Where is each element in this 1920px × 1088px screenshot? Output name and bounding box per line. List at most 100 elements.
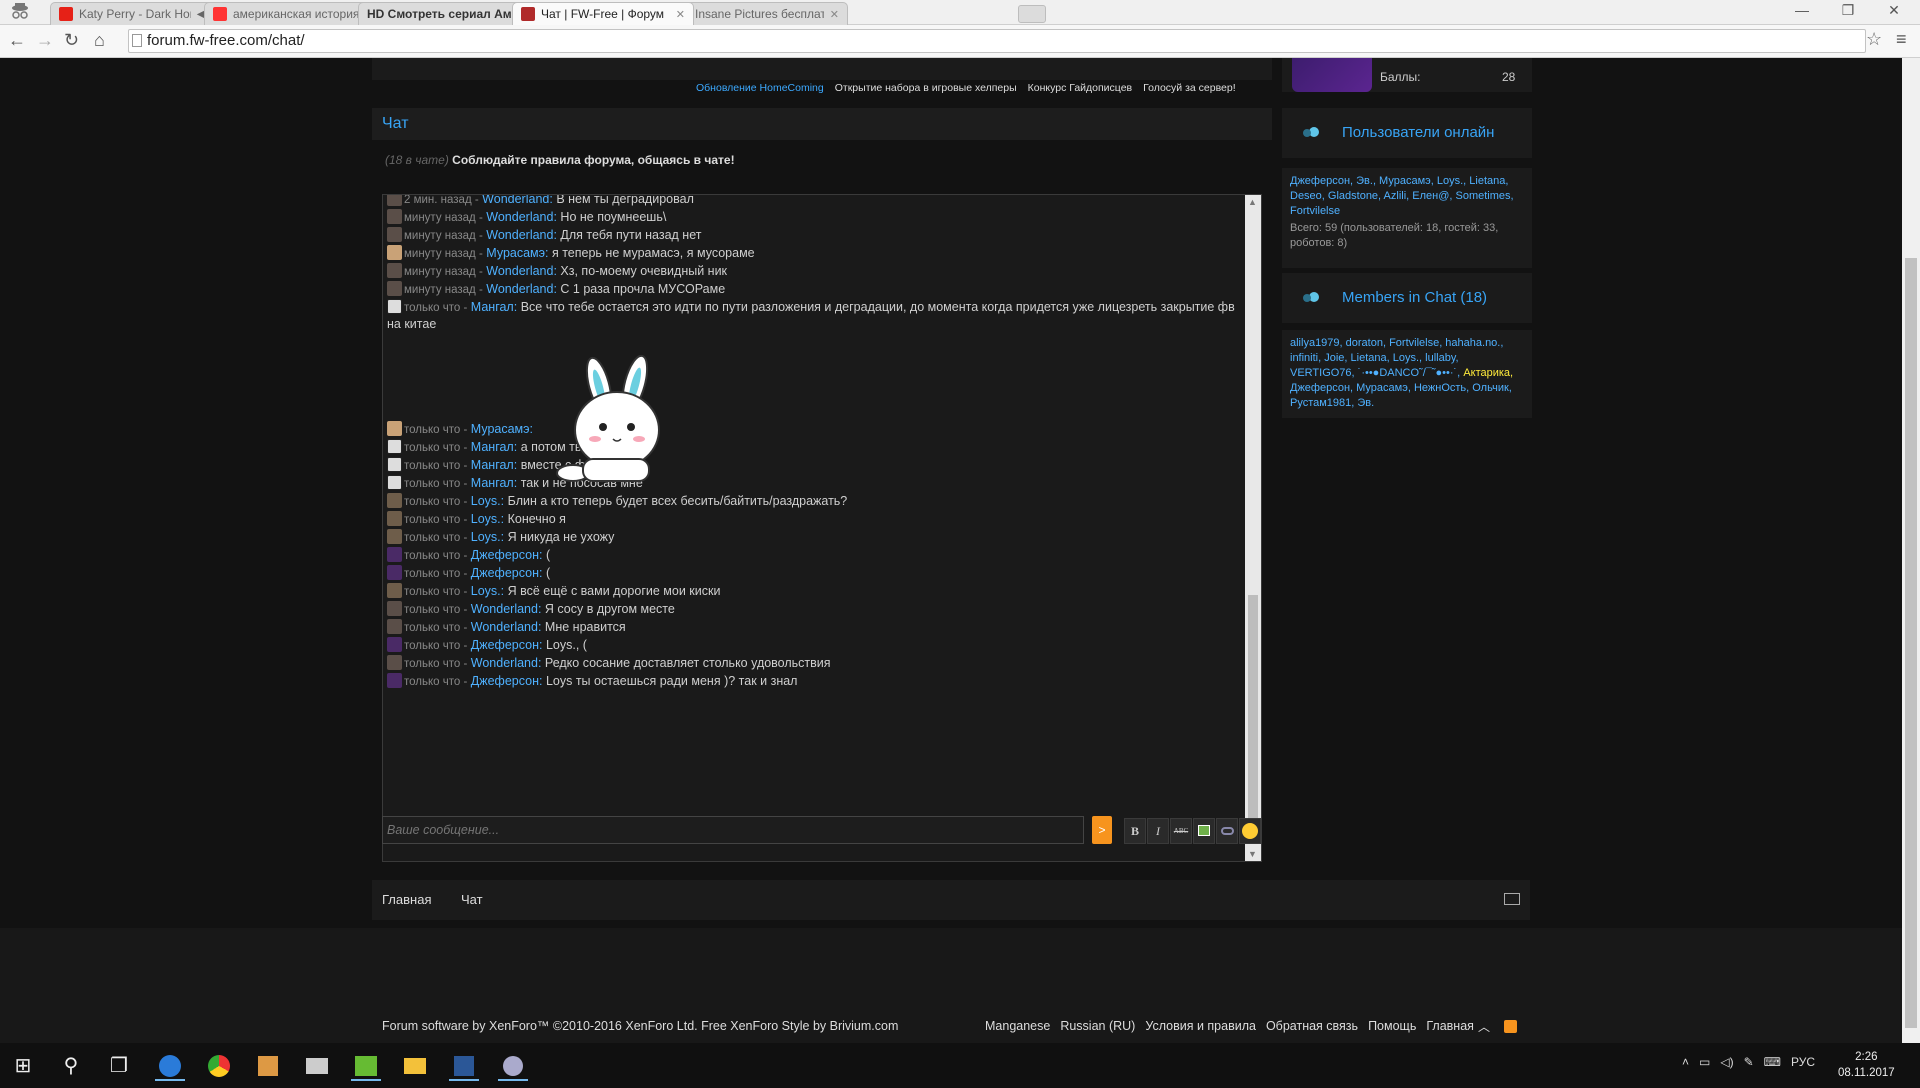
chrome-app-icon[interactable]	[204, 1051, 234, 1081]
avatar[interactable]	[387, 299, 402, 314]
browser-app-icon[interactable]	[155, 1051, 185, 1081]
image-button[interactable]	[1193, 818, 1215, 844]
folder-app-icon[interactable]	[400, 1051, 430, 1081]
avatar[interactable]	[387, 565, 402, 580]
message-user[interactable]: Wonderland:	[471, 620, 542, 634]
avatar[interactable]	[387, 583, 402, 598]
message-user[interactable]: Wonderland:	[471, 602, 542, 616]
notice-link[interactable]: Голосуй за сервер!	[1143, 82, 1236, 102]
close-icon[interactable]: ✕	[676, 8, 685, 21]
device-app-icon[interactable]	[302, 1051, 332, 1081]
volume-icon[interactable]: ◁)	[1720, 1055, 1733, 1069]
avatar[interactable]	[387, 655, 402, 670]
home-icon[interactable]: ⌂	[94, 30, 105, 51]
message-user[interactable]: Мангал:	[471, 476, 517, 490]
message-user[interactable]: Wonderland:	[486, 210, 557, 224]
avatar[interactable]	[387, 547, 402, 562]
scroll-up-icon[interactable]: ▲	[1248, 197, 1257, 207]
send-button[interactable]: >	[1092, 816, 1112, 844]
avatar[interactable]	[387, 457, 402, 472]
message-user[interactable]: Джеферсон:	[471, 638, 543, 652]
message-user[interactable]: Мурасамэ:	[486, 246, 548, 260]
message-user[interactable]: Джеферсон:	[471, 566, 543, 580]
reload-icon[interactable]: ↻	[64, 30, 79, 51]
search-icon[interactable]: ⚲	[56, 1051, 86, 1081]
url-input[interactable]: forum.fw-free.com/chat/	[128, 29, 1866, 53]
avatar[interactable]	[387, 493, 402, 508]
forward-icon[interactable]: →	[36, 30, 54, 51]
avatar[interactable]	[387, 421, 402, 436]
avatar[interactable]	[387, 195, 402, 206]
chevron-up-icon[interactable]: ˄	[1682, 1055, 1689, 1069]
page-scrollbar[interactable]	[1902, 58, 1920, 1043]
minimize-icon[interactable]: —	[1782, 2, 1822, 18]
online-users-names[interactable]: Джеферсон, Эв., Мурасамэ, Loys., Lietana…	[1290, 174, 1524, 219]
help-link[interactable]: Помощь	[1368, 1019, 1416, 1033]
notice-link[interactable]: Обновление HomeComing	[696, 82, 824, 102]
word-app-icon[interactable]	[449, 1051, 479, 1081]
cube-app-icon[interactable]	[253, 1051, 283, 1081]
restore-icon[interactable]: ❐	[1828, 2, 1868, 19]
style-chooser-link[interactable]: Manganese	[985, 1019, 1050, 1033]
avatar[interactable]	[387, 263, 402, 278]
scrollbar-thumb[interactable]	[1905, 258, 1917, 1028]
avatar[interactable]	[387, 209, 402, 224]
home-link[interactable]: Главная	[1426, 1019, 1474, 1033]
message-user[interactable]: Loys.:	[471, 530, 504, 544]
chat-scrollbar[interactable]: ▲ ▼	[1245, 195, 1261, 861]
nvidia-app-icon[interactable]	[351, 1051, 381, 1081]
close-icon[interactable]: ✕	[830, 8, 839, 21]
pen-icon[interactable]: ✎	[1744, 1055, 1754, 1069]
italic-button[interactable]: I	[1147, 818, 1169, 844]
message-user[interactable]: Loys.:	[471, 512, 504, 526]
message-user[interactable]: Мангал:	[471, 300, 517, 314]
scrollbar-thumb[interactable]	[1248, 595, 1258, 835]
terms-link[interactable]: Условия и правила	[1145, 1019, 1256, 1033]
notice-link[interactable]: Конкурс Гайдописцев	[1028, 82, 1133, 102]
message-user[interactable]: Loys.:	[471, 494, 504, 508]
message-user[interactable]: Wonderland:	[486, 264, 557, 278]
chat-members-names[interactable]: Джеферсон, Мурасамэ, НежнОсть, Ольчик, Р…	[1290, 382, 1512, 409]
close-window-icon[interactable]: ✕	[1874, 2, 1914, 19]
avatar[interactable]	[387, 529, 402, 544]
avatar[interactable]	[1292, 58, 1372, 92]
new-tab-button[interactable]	[1018, 5, 1046, 23]
message-input[interactable]	[382, 816, 1084, 844]
message-user[interactable]: Мангал:	[471, 440, 517, 454]
avatar[interactable]	[387, 439, 402, 454]
scroll-down-icon[interactable]: ▼	[1248, 849, 1257, 859]
footer-nav-chat[interactable]: Чат	[461, 892, 483, 907]
avatar[interactable]	[387, 245, 402, 260]
avatar[interactable]	[387, 637, 402, 652]
footer-nav-home[interactable]: Главная	[382, 892, 431, 907]
bookmark-star-icon[interactable]: ☆	[1866, 29, 1882, 50]
network-icon[interactable]: ▭	[1699, 1055, 1710, 1069]
clock[interactable]: 2:26 08.11.2017	[1838, 1049, 1895, 1081]
message-user[interactable]: Мангал:	[471, 458, 517, 472]
smiley-button[interactable]	[1239, 818, 1261, 844]
message-user[interactable]: Wonderland:	[471, 656, 542, 670]
windows-start-icon[interactable]: ⊞	[8, 1051, 38, 1081]
message-user[interactable]: Wonderland:	[486, 228, 557, 242]
message-user[interactable]: Джеферсон:	[471, 548, 543, 562]
message-user[interactable]: Loys.:	[471, 584, 504, 598]
keyboard-icon[interactable]: ⌨	[1764, 1055, 1781, 1069]
avatar[interactable]	[387, 673, 402, 688]
chat-member-highlight[interactable]: Актарика,	[1463, 367, 1513, 379]
browser-menu-icon[interactable]: ≡	[1896, 29, 1907, 50]
message-user[interactable]: Мурасамэ:	[471, 422, 533, 436]
bold-button[interactable]: B	[1124, 818, 1146, 844]
scroll-top-icon[interactable]: ︿	[1478, 1018, 1490, 1035]
avatar[interactable]	[387, 601, 402, 616]
avatar[interactable]	[387, 281, 402, 296]
strike-button[interactable]: ABC	[1170, 818, 1192, 844]
avatar[interactable]	[387, 619, 402, 634]
notice-link[interactable]: Открытие набора в игровые хелперы	[835, 82, 1017, 102]
language-link[interactable]: Russian (RU)	[1060, 1019, 1135, 1033]
avatar[interactable]	[387, 227, 402, 242]
browser-tab-active[interactable]: Чат | FW-Free | Форум ✕	[512, 2, 694, 25]
contact-link[interactable]: Обратная связь	[1266, 1019, 1358, 1033]
language-indicator[interactable]: РУС	[1791, 1055, 1815, 1069]
message-user[interactable]: Wonderland:	[486, 282, 557, 296]
back-icon[interactable]: ←	[8, 30, 26, 51]
